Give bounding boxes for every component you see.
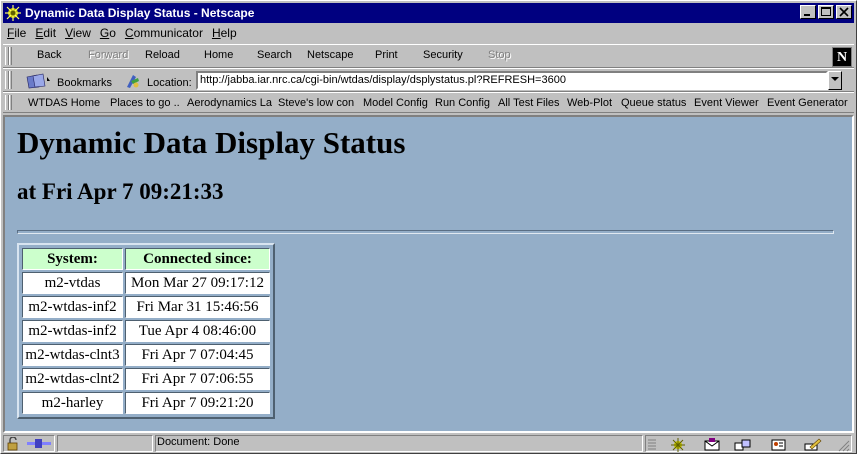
cell-connected-since: Fri Mar 31 15:46:56 [125, 296, 270, 318]
page-content[interactable]: Dynamic Data Display Status at Fri Apr 7… [3, 115, 854, 433]
status-security-cell [3, 435, 55, 452]
cell-system: m2-wtdas-inf2 [22, 296, 123, 318]
page-timestamp: at Fri Apr 7 09:21:33 [17, 179, 224, 204]
back-button[interactable]: Back [37, 49, 61, 61]
table-row: m2-wtdas-inf2 Fri Mar 31 15:46:56 [22, 296, 270, 318]
search-button[interactable]: Search [257, 49, 292, 61]
link-all-test-files[interactable]: All Test Files [498, 97, 560, 109]
link-run-config[interactable]: Run Config [435, 97, 490, 109]
column-header-system: System: [22, 248, 123, 270]
window-title: Dynamic Data Display Status - Netscape [25, 6, 255, 20]
reload-button[interactable]: Reload [145, 49, 180, 61]
table-row: m2-wtdas-clnt3 Fri Apr 7 07:04:45 [22, 344, 270, 366]
maximize-button[interactable] [818, 5, 834, 19]
netscape-button[interactable]: Netscape [307, 49, 353, 61]
url-input[interactable]: http://jabba.iar.nrc.ca/cgi-bin/wtdas/di… [196, 71, 828, 90]
cell-system: m2-wtdas-clnt2 [22, 368, 123, 390]
horizontal-rule [17, 230, 834, 234]
close-button[interactable] [836, 5, 852, 19]
cell-system: m2-wtdas-clnt3 [22, 344, 123, 366]
location-label-group: Location: [125, 73, 192, 92]
location-label: Location: [147, 76, 192, 89]
personal-toolbar: WTDAS Home Places to go .. Aerodynamics … [3, 92, 854, 113]
menu-bar: File Edit View Go Communicator Help [3, 24, 854, 42]
forward-button[interactable]: Forward [88, 49, 128, 61]
table-row: m2-wtdas-inf2 Tue Apr 4 08:46:00 [22, 320, 270, 342]
cell-system: m2-wtdas-inf2 [22, 320, 123, 342]
address-book-icon[interactable] [770, 438, 786, 452]
netscape-app-icon [5, 5, 21, 21]
resize-grip-icon[interactable] [836, 438, 850, 452]
connection-plug-icon[interactable] [26, 437, 52, 451]
cell-system: m2-harley [22, 392, 123, 414]
minimize-button[interactable] [800, 5, 816, 19]
component-grip-icon [647, 438, 663, 452]
cell-system: m2-vtdas [22, 272, 123, 294]
table-header-row: System: Connected since: [22, 248, 270, 270]
link-steves-low-con[interactable]: Steve's low con [278, 97, 354, 109]
link-wtdas-home[interactable]: WTDAS Home [28, 97, 100, 109]
link-model-config[interactable]: Model Config [363, 97, 428, 109]
cell-connected-since: Tue Apr 4 08:46:00 [125, 320, 270, 342]
stop-button[interactable]: Stop [488, 49, 511, 61]
menu-communicator[interactable]: Communicator [125, 26, 203, 40]
link-queue-status[interactable]: Queue status [621, 97, 686, 109]
navigator-icon[interactable] [670, 438, 686, 452]
lock-icon[interactable] [6, 436, 22, 451]
navigation-toolbar: Back Forward Reload Home Search Netscape… [3, 44, 854, 68]
mail-icon[interactable] [704, 438, 720, 452]
status-text: Document: Done [157, 436, 240, 448]
table-row: m2-vtdas Mon Mar 27 09:17:12 [22, 272, 270, 294]
link-aerodynamics-la[interactable]: Aerodynamics La [187, 97, 272, 109]
status-bar: Document: Done [3, 434, 854, 453]
menu-view[interactable]: View [65, 26, 91, 40]
link-event-viewer[interactable]: Event Viewer [694, 97, 759, 109]
newsgroups-icon[interactable] [734, 438, 751, 452]
table-row: m2-harley Fri Apr 7 09:21:20 [22, 392, 270, 414]
composer-icon[interactable] [804, 438, 822, 452]
cell-connected-since: Fri Apr 7 07:06:55 [125, 368, 270, 390]
bookmarks-button[interactable]: Bookmarks [25, 73, 112, 92]
bookmarks-icon [25, 73, 53, 92]
browser-window: Dynamic Data Display Status - Netscape F… [0, 0, 857, 454]
toolbar-grip-inner [9, 71, 12, 89]
menu-edit[interactable]: Edit [35, 26, 56, 40]
link-places-to-go[interactable]: Places to go .. [110, 97, 180, 109]
cell-connected-since: Fri Apr 7 07:04:45 [125, 344, 270, 366]
netscape-throbber-icon[interactable]: N [832, 47, 852, 67]
print-button[interactable]: Print [375, 49, 398, 61]
table-row: m2-wtdas-clnt2 Fri Apr 7 07:06:55 [22, 368, 270, 390]
menu-help[interactable]: Help [212, 26, 237, 40]
toolbar-grip-inner [9, 95, 12, 110]
title-bar[interactable]: Dynamic Data Display Status - Netscape [3, 3, 854, 23]
status-table: System: Connected since: m2-vtdas Mon Ma… [17, 243, 275, 419]
column-header-connected-since: Connected since: [125, 248, 270, 270]
cell-connected-since: Fri Apr 7 09:21:20 [125, 392, 270, 414]
security-button[interactable]: Security [423, 49, 463, 61]
menu-go[interactable]: Go [100, 26, 116, 40]
bookmarks-label: Bookmarks [57, 76, 113, 89]
menu-file[interactable]: File [7, 26, 26, 40]
status-progress-cell [57, 435, 153, 452]
link-event-generator[interactable]: Event Generator [767, 97, 848, 109]
page-proxy-icon[interactable] [125, 73, 141, 92]
link-web-plot[interactable]: Web-Plot [567, 97, 612, 109]
page-title: Dynamic Data Display Status [17, 125, 406, 160]
toolbar-grip-inner [9, 47, 12, 65]
home-button[interactable]: Home [204, 49, 233, 61]
component-bar [645, 435, 852, 452]
location-toolbar: Bookmarks Location: http://jabba.iar.nrc… [3, 68, 854, 92]
cell-connected-since: Mon Mar 27 09:17:12 [125, 272, 270, 294]
url-dropdown-button[interactable] [828, 71, 842, 90]
